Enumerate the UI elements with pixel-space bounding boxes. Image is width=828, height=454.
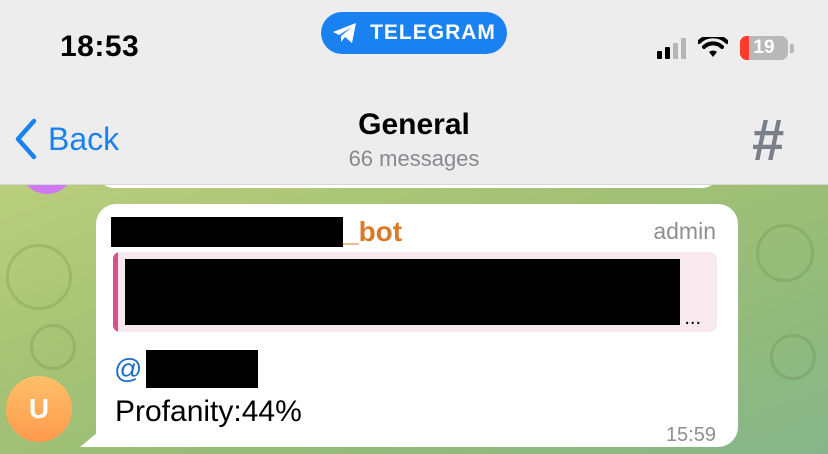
status-indicators: 19 xyxy=(657,36,794,60)
quote-ellipsis: ... xyxy=(684,307,701,329)
chat-area[interactable]: _bot admin ... @ Profanity:44% 15:59 U xyxy=(0,184,828,454)
message-text: Profanity:44% xyxy=(115,395,302,428)
reply-quote[interactable]: ... xyxy=(113,252,717,332)
wallpaper-doodle xyxy=(770,334,816,380)
message-bubble[interactable]: _bot admin ... @ Profanity:44% 15:59 xyxy=(96,204,738,447)
quote-bar xyxy=(113,252,118,332)
telegram-pill-label: TELEGRAM xyxy=(370,21,496,44)
battery-level: 19 xyxy=(753,37,775,58)
wallpaper-doodle xyxy=(30,324,76,370)
chat-title[interactable]: General xyxy=(0,108,828,142)
telegram-return-pill[interactable]: TELEGRAM xyxy=(321,12,507,54)
previous-avatar[interactable] xyxy=(20,184,74,194)
wallpaper-doodle xyxy=(756,224,814,282)
battery-tip xyxy=(790,43,794,53)
telegram-plane-icon xyxy=(333,23,357,43)
wallpaper-doodle xyxy=(6,244,72,310)
redacted-quote-text xyxy=(125,259,680,325)
sender-name-suffix[interactable]: _bot xyxy=(343,216,402,248)
wifi-icon xyxy=(698,37,728,57)
sender-role-badge: admin xyxy=(653,218,716,244)
message-time: 15:59 xyxy=(665,424,716,446)
battery-icon: 19 xyxy=(740,36,788,60)
chat-subtitle: 66 messages xyxy=(348,146,480,171)
signal-icon xyxy=(657,37,686,59)
mention-prefix: @ xyxy=(114,353,143,384)
sender-avatar[interactable]: U xyxy=(6,376,72,442)
hashtag-icon[interactable]: # xyxy=(752,112,784,170)
top-bar: 18:53 TELEGRAM 19 Back General 66 messag… xyxy=(0,0,828,185)
status-time: 18:53 xyxy=(60,30,140,63)
redacted-sender-name xyxy=(111,217,343,247)
redacted-mention xyxy=(146,350,259,388)
user-mention[interactable]: @ xyxy=(114,350,259,388)
